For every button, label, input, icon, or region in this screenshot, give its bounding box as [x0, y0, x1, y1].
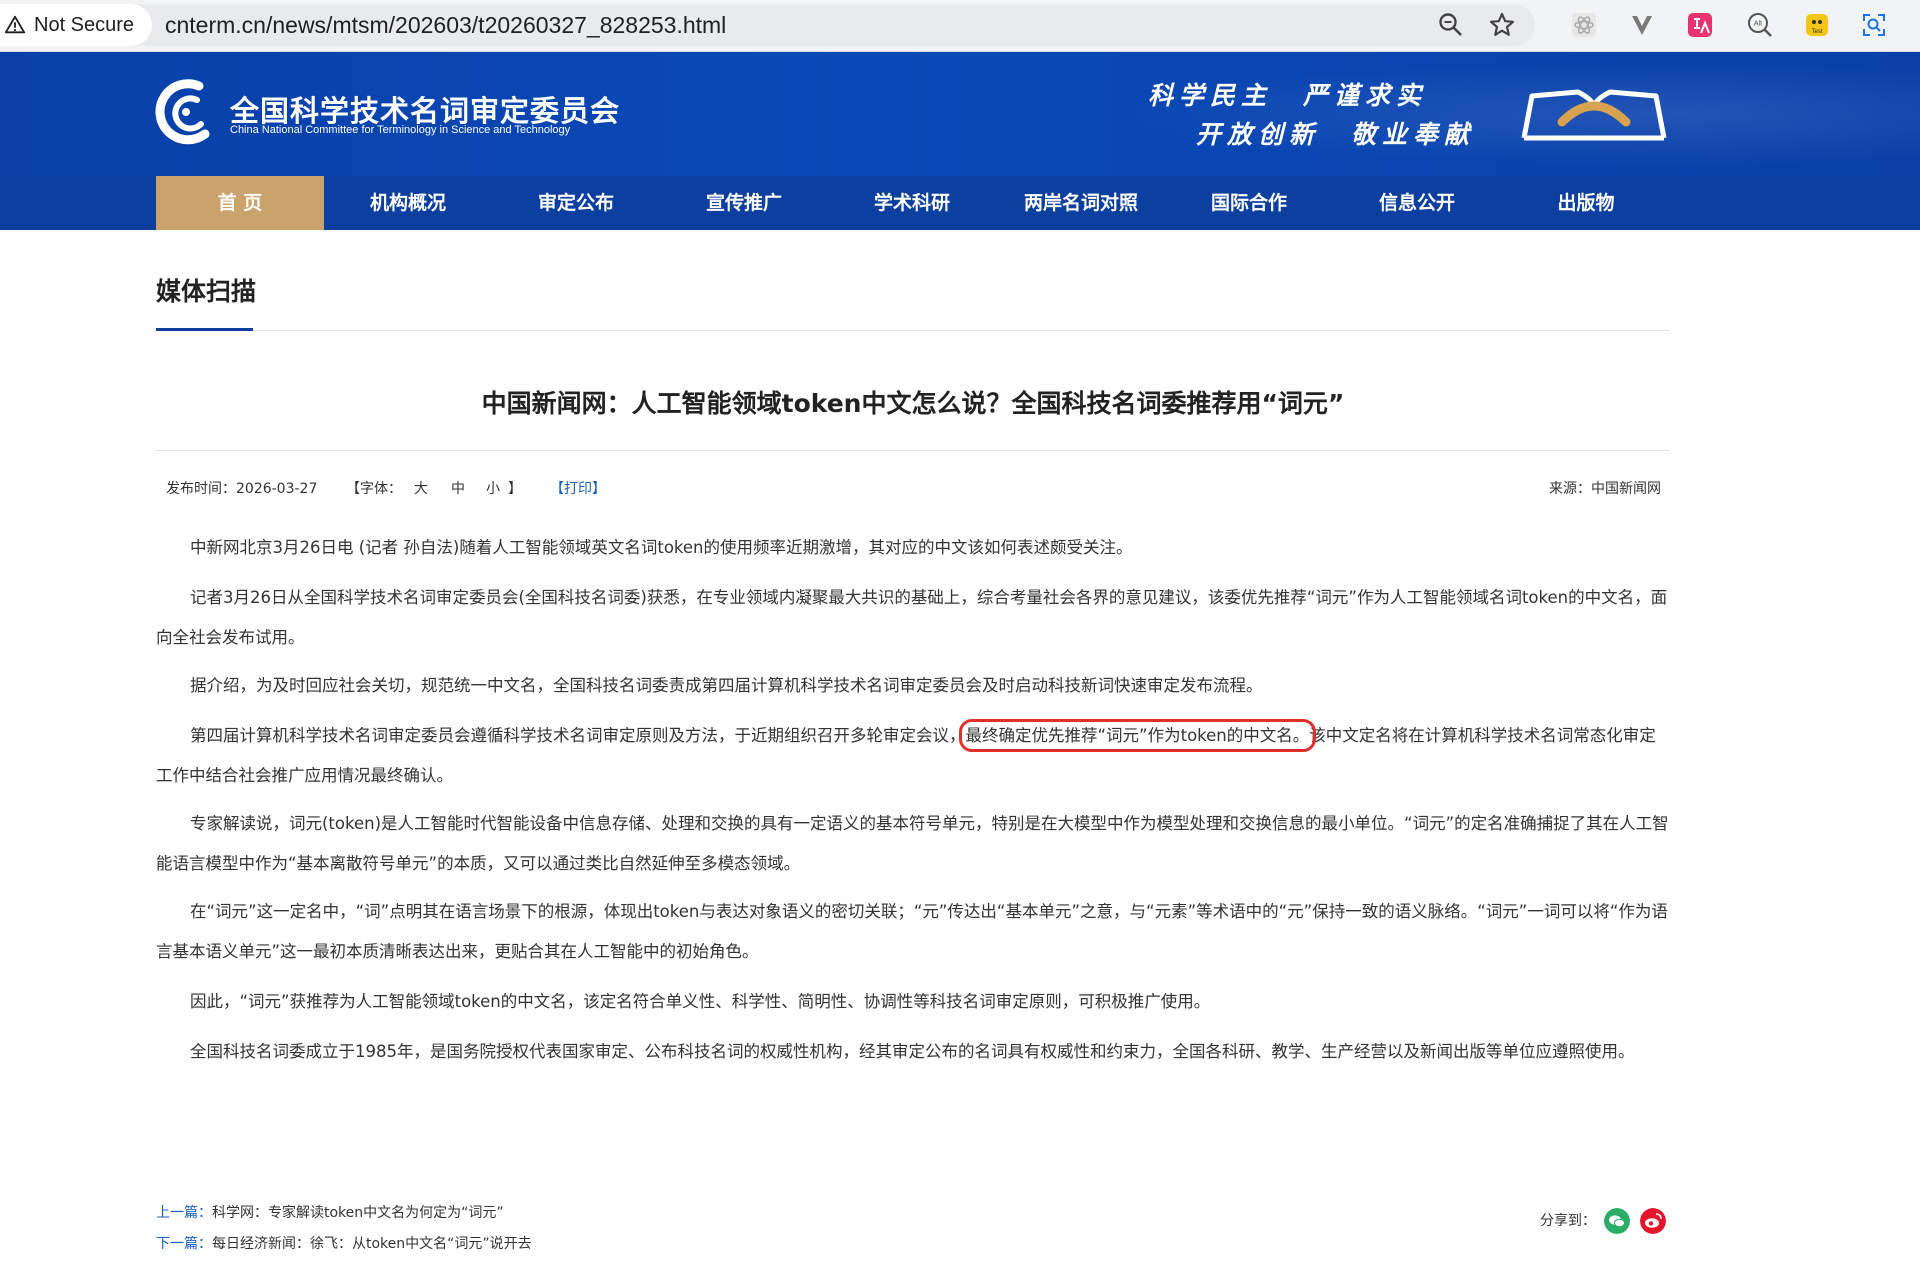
svg-text:Test: Test [1811, 29, 1822, 35]
url-text[interactable]: cnterm.cn/news/mtsm/202603/t20260327_828… [165, 4, 726, 46]
warning-icon [4, 15, 26, 34]
print-link[interactable]: 【打印】 [550, 478, 606, 498]
nav-item-about[interactable]: 机构概况 [324, 176, 492, 230]
section-divider [156, 330, 1670, 331]
paragraph-1: 中新网北京3月26日电 (记者 孙自法)随着人工智能领域英文名词token的使用… [190, 538, 1133, 557]
article-title: 中国新闻网：人工智能领域token中文怎么说？全国科技名词委推荐用“词元” [481, 389, 1345, 418]
font-size-close: 】 [508, 481, 522, 497]
site-name-en: China National Committee for Terminology… [230, 124, 571, 136]
nav-item-home[interactable]: 首 页 [156, 176, 324, 230]
main-nav: 首 页 机构概况 审定公布 宣传推广 学术科研 两岸名词对照 国际合作 信息公开… [0, 176, 1920, 230]
screenshot-extension-icon[interactable] [1860, 11, 1888, 39]
motto-line-1: 科学民主 严谨求实 [1148, 81, 1428, 110]
prev-article-label: 上一篇： [156, 1205, 212, 1221]
security-label: Not Secure [34, 13, 135, 36]
svg-text:Alt: Alt [1754, 21, 1762, 28]
browser-toolbar: Not Secure cnterm.cn/news/mtsm/202603/t2… [0, 0, 1920, 52]
nav-item-announcements[interactable]: 审定公布 [492, 176, 660, 230]
prev-article: 上一篇：科学网：专家解读token中文名为何定为“词元” [156, 1202, 504, 1222]
article-source: 来源：中国新闻网 [1549, 481, 1661, 497]
paragraph-3: 据介绍，为及时回应社会关切，规范统一中文名，全国科技名词委责成第四届计算机科学技… [190, 676, 1263, 695]
atom-extension-icon[interactable] [1570, 11, 1598, 39]
wechat-share-icon[interactable] [1604, 1208, 1630, 1234]
paragraph-6: 在“词元”这一定名中，“词”点明其在语言场景下的根源，体现出token与表达对象… [156, 902, 1668, 961]
paragraph-4: 第四届计算机科学技术名词审定委员会遵循科学技术名词审定原则及方法，于近期组织召开… [156, 716, 1670, 796]
nav-item-promotion[interactable]: 宣传推广 [660, 176, 828, 230]
section-underline [156, 328, 253, 331]
font-small-link[interactable]: 小 [486, 478, 500, 498]
paragraph-4-start: 第四届计算机科学技术名词审定委员会遵循科学技术名词审定原则及方法，于近期组织召开… [190, 726, 966, 745]
next-article-link[interactable]: 每日经济新闻：徐飞：从token中文名“词元”说开去 [212, 1236, 532, 1252]
site-header: 全国科学技术名词审定委员会 China National Committee f… [0, 52, 1920, 176]
paragraph-7: 因此，“词元”获推荐为人工智能领域token的中文名，该定名符合单义性、科学性、… [190, 992, 1211, 1011]
site-logo-icon[interactable] [155, 76, 217, 148]
nav-item-international[interactable]: 国际合作 [1165, 176, 1333, 230]
next-article-label: 下一篇： [156, 1236, 212, 1252]
share-label: 分享到： [1540, 1213, 1596, 1229]
font-medium-link[interactable]: 中 [451, 478, 465, 498]
paragraph-5: 专家解读说，词元(token)是人工智能时代智能设备中信息存储、处理和交换的具有… [156, 814, 1669, 873]
zoom-icon[interactable] [1437, 11, 1465, 39]
prev-article-link[interactable]: 科学网：专家解读token中文名为何定为“词元” [212, 1205, 504, 1221]
test-extension-icon[interactable]: Test [1803, 11, 1831, 39]
security-indicator[interactable]: Not Secure [0, 4, 152, 46]
next-article: 下一篇：每日经济新闻：徐飞：从token中文名“词元”说开去 [156, 1233, 532, 1253]
motto-line-2: 开放创新 敬业奉献 [1196, 120, 1476, 149]
open-book-icon [1521, 89, 1667, 141]
bookmark-star-icon[interactable] [1488, 11, 1516, 39]
nav-item-publications[interactable]: 出版物 [1502, 176, 1670, 230]
paragraph-2: 记者3月26日从全国科学技术名词审定委员会(全国科技名词委)获悉，在专业领域内凝… [156, 588, 1668, 647]
font-large-link[interactable]: 大 [414, 478, 428, 498]
publish-date: 发布时间：2026-03-27 [166, 481, 318, 497]
font-size-label: 【字体： [346, 481, 402, 497]
nav-item-research[interactable]: 学术科研 [828, 176, 996, 230]
nav-item-cross-strait[interactable]: 两岸名词对照 [997, 176, 1165, 230]
title-divider [156, 450, 1670, 451]
paragraph-8: 全国科技名词委成立于1985年，是国务院授权代表国家审定、公布科技名词的权威性机… [190, 1042, 1635, 1061]
nav-item-disclosure[interactable]: 信息公开 [1333, 176, 1501, 230]
weibo-share-icon[interactable] [1640, 1208, 1666, 1234]
alt-text-extension-icon[interactable]: Alt [1746, 11, 1774, 39]
v-extension-icon[interactable] [1628, 11, 1656, 39]
highlighted-sentence: 最终确定优先推荐“词元”作为token的中文名。 [958, 719, 1317, 752]
translate-extension-icon[interactable] [1686, 11, 1714, 39]
section-title: 媒体扫描 [156, 277, 257, 306]
header-decoration [1020, 52, 1920, 176]
